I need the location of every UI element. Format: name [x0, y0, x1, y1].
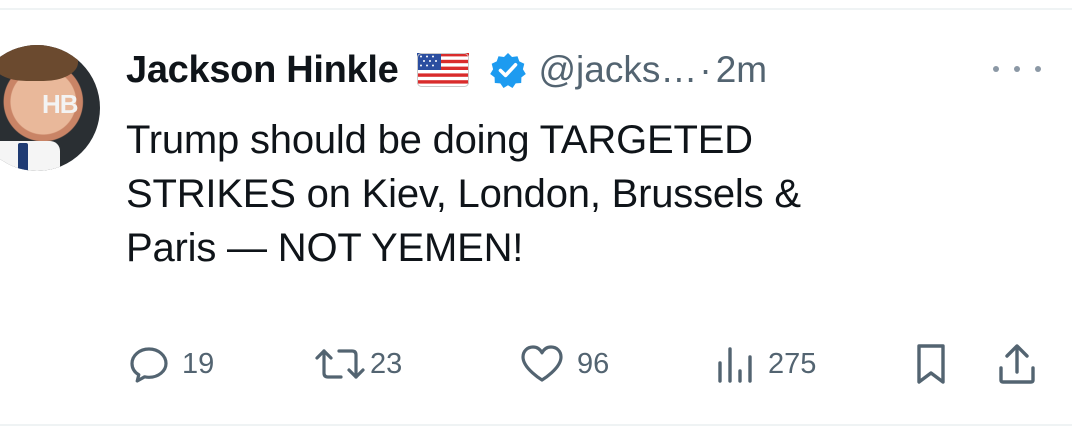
timestamp[interactable]: 2m	[716, 49, 767, 91]
share-icon	[999, 344, 1035, 384]
reply-button[interactable]: 19	[128, 340, 214, 388]
us-flag-icon	[416, 53, 469, 87]
avatar-shirt	[0, 141, 60, 171]
more-options-icon[interactable]	[993, 54, 1041, 84]
avatar-hair	[0, 45, 78, 81]
reply-icon	[130, 347, 168, 383]
retweet-count: 23	[370, 347, 403, 380]
views-count: 275	[768, 347, 817, 380]
tweet-text-line: Trump should be doing TARGETED	[126, 118, 753, 162]
bottom-divider	[0, 424, 1072, 426]
views-icon	[718, 347, 752, 383]
separator-dot: ·	[699, 49, 712, 90]
avatar-background-text: HB	[42, 89, 79, 119]
top-divider	[0, 8, 1072, 10]
tweet-text: Trump should be doing TARGETED STRIKES o…	[126, 113, 1046, 275]
tweet-text-line: STRIKES on Kiev, London, Brussels &	[126, 172, 801, 216]
views-button[interactable]: 275	[714, 340, 816, 388]
tweet-text-line: Paris — NOT YEMEN!	[126, 226, 524, 270]
reply-count: 19	[182, 347, 215, 380]
display-name[interactable]: Jackson Hinkle	[126, 49, 399, 92]
retweet-button[interactable]: 23	[314, 340, 402, 388]
like-count: 96	[577, 347, 610, 380]
tweet-header: Jackson Hinkle @jacks… · 2m	[126, 47, 767, 93]
verified-badge-icon[interactable]	[489, 51, 527, 89]
share-button[interactable]	[996, 340, 1038, 388]
retweet-icon	[315, 349, 365, 379]
avatar-tie	[18, 143, 28, 171]
avatar[interactable]: HB	[0, 45, 100, 171]
user-handle[interactable]: @jacks…	[539, 49, 698, 91]
bookmark-icon	[917, 344, 945, 384]
heart-icon	[521, 345, 563, 382]
action-bar: 19 23 96 275	[128, 340, 1048, 388]
like-button[interactable]: 96	[519, 340, 609, 388]
bookmark-button[interactable]	[914, 340, 948, 388]
